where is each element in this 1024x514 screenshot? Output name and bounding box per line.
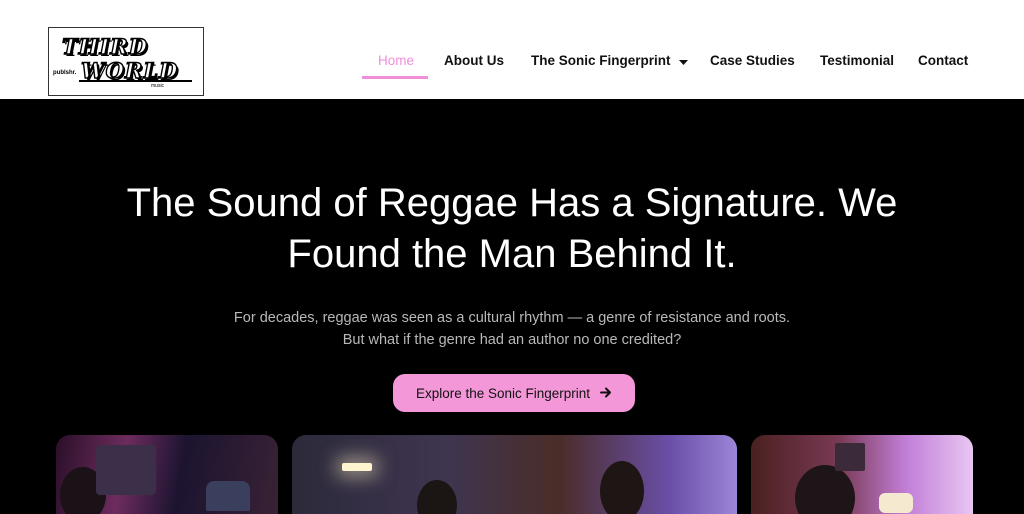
- gallery-image-1: [56, 435, 278, 514]
- person-shape: [795, 465, 855, 514]
- lamp-shape: [879, 493, 913, 513]
- nav-item-case-studies[interactable]: Case Studies: [710, 53, 795, 68]
- hero-subtitle: For decades, reggae was seen as a cultur…: [162, 307, 862, 351]
- nav-item-sonic-fingerprint[interactable]: The Sonic Fingerprint: [531, 53, 688, 69]
- cta-label: Explore the Sonic Fingerprint: [415, 385, 591, 401]
- site-header: THIRD WORLD publshr. music Home About Us…: [0, 0, 1024, 99]
- hero-title-line1: The Sound of Reggae Has a Signature. We: [126, 181, 898, 225]
- nav-item-home[interactable]: Home: [378, 53, 414, 68]
- hero-title-line2: Found the Man Behind It.: [287, 232, 737, 276]
- logo-bar: [79, 80, 192, 82]
- nav-item-testimonial[interactable]: Testimonial: [820, 53, 894, 68]
- hat-shape: [206, 481, 250, 511]
- hero-subtitle-line1: For decades, reggae was seen as a cultur…: [233, 310, 791, 326]
- hero-title: The Sound of Reggae Has a Signature. We …: [62, 178, 962, 280]
- person-shape: [600, 461, 644, 514]
- logo-small-right: music: [151, 83, 165, 89]
- person-shape: [417, 480, 457, 514]
- gallery-image-3: [751, 435, 973, 514]
- nav-item-contact[interactable]: Contact: [918, 53, 968, 68]
- frame-shape: [835, 443, 865, 471]
- lamp-shape: [342, 463, 372, 471]
- equipment-shape: [96, 445, 156, 495]
- hero-subtitle-line2: But what if the genre had an author no o…: [342, 332, 682, 348]
- arrow-right-icon: [600, 386, 612, 401]
- gallery-image-2: [292, 435, 737, 514]
- main-nav: Home About Us The Sonic Fingerprint Case…: [0, 53, 1024, 73]
- explore-sonic-fingerprint-button[interactable]: Explore the Sonic Fingerprint: [393, 374, 635, 412]
- active-nav-indicator: [362, 76, 428, 79]
- nav-item-about-us[interactable]: About Us: [444, 53, 504, 68]
- chevron-down-icon: [678, 54, 688, 69]
- nav-item-sonic-fingerprint-label: The Sonic Fingerprint: [531, 53, 671, 68]
